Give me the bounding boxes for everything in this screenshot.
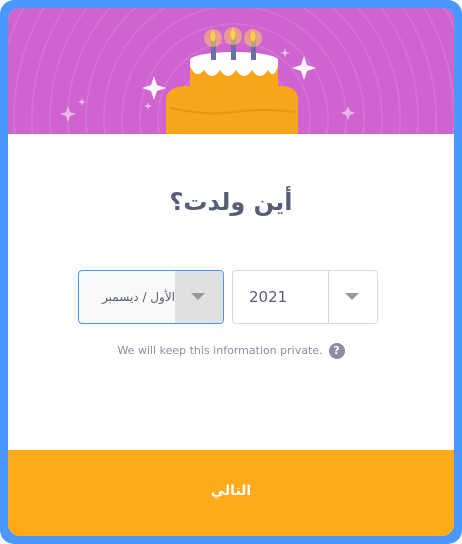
privacy-text: We will keep this information private.: [117, 344, 323, 357]
help-icon[interactable]: ?: [328, 343, 345, 359]
chevron-down-icon: [345, 293, 359, 300]
month-select[interactable]: الأول / ديسمبر: [78, 270, 224, 324]
month-select-value: الأول / ديسمبر: [102, 290, 175, 304]
chevron-down-icon: [191, 293, 205, 300]
year-select[interactable]: 2021: [232, 270, 378, 324]
month-select-toggle[interactable]: [175, 271, 223, 323]
birthdate-dialog: أين ولدت؟ الأول / ديسمبر 2021 We will ke…: [8, 8, 454, 536]
dialog-title: أين ولدت؟: [169, 188, 293, 216]
year-select-value: 2021: [249, 288, 288, 306]
banner-art: [8, 8, 454, 134]
privacy-note: We will keep this information private.?: [8, 343, 454, 359]
dialog-frame: أين ولدت؟ الأول / ديسمبر 2021 We will ke…: [0, 0, 462, 544]
next-button[interactable]: التالي: [8, 450, 454, 536]
year-select-toggle[interactable]: [328, 271, 377, 323]
birthday-banner: [8, 8, 454, 134]
